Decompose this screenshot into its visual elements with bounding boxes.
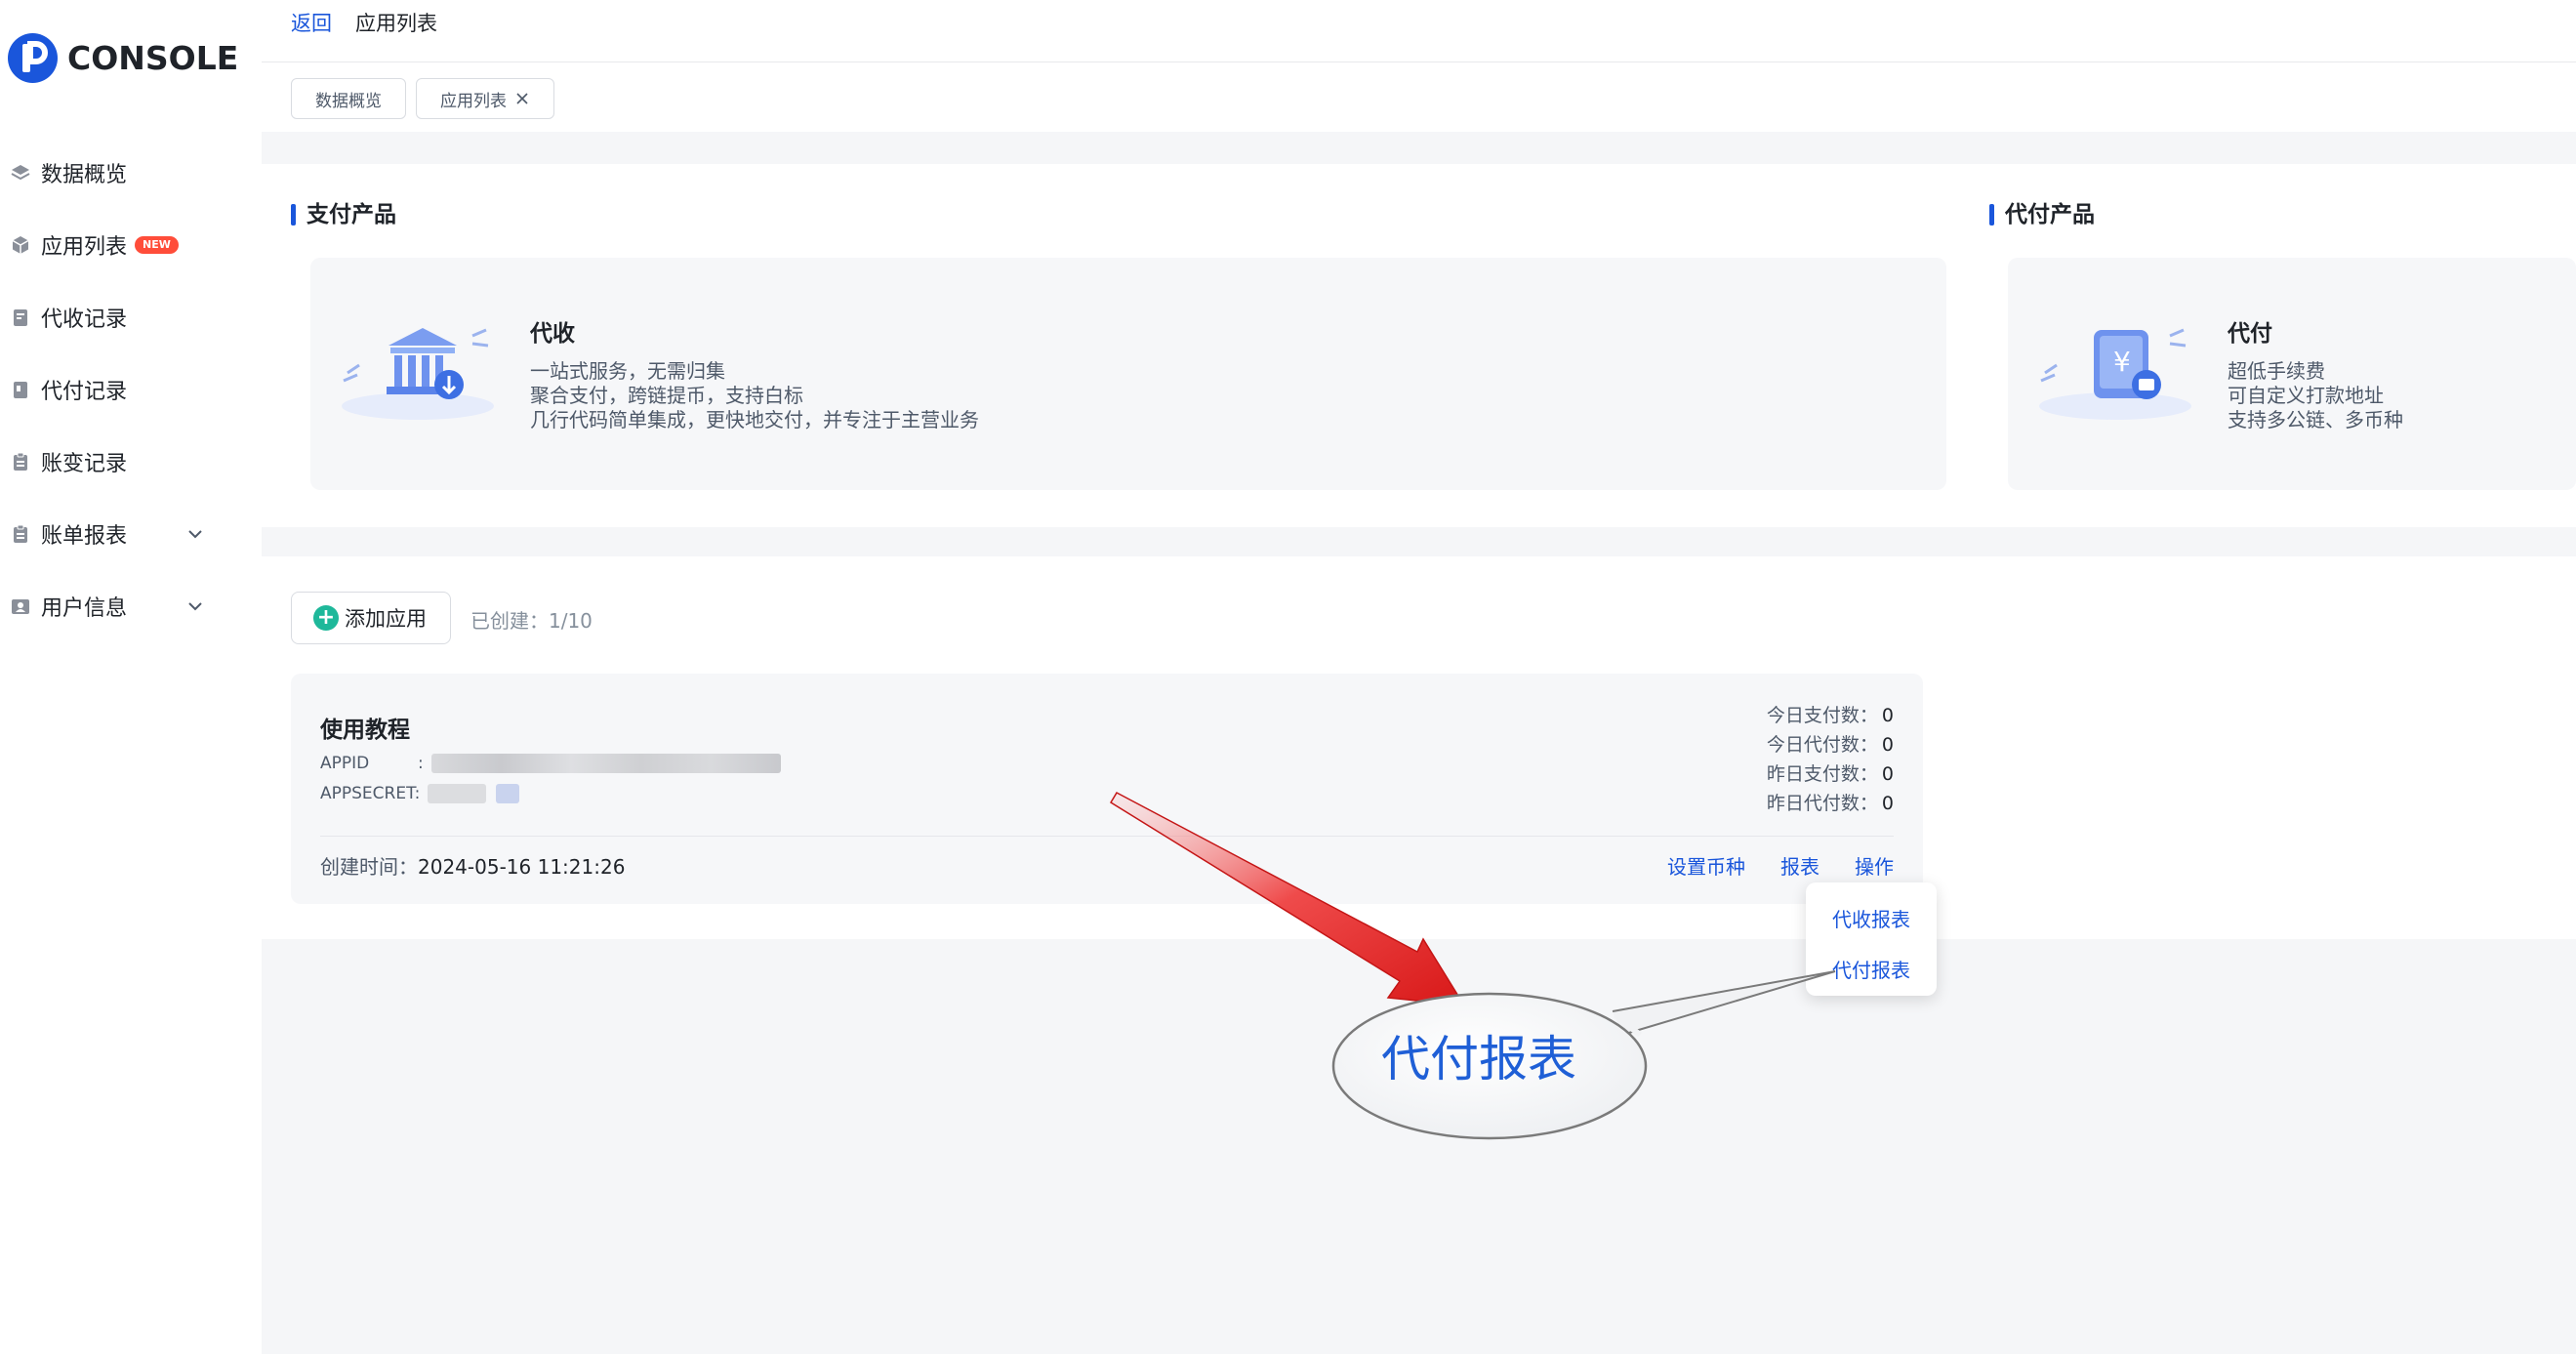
created-count: 已创建：1/10: [470, 609, 593, 633]
logo-mark-icon: [8, 32, 58, 83]
desc-line: 聚合支付，跨链提币，支持白标: [530, 384, 803, 407]
desc-line: 超低手续费: [2228, 359, 2325, 383]
app-title: 使用教程: [320, 718, 410, 743]
collection-report-menu-item[interactable]: 代收报表: [1806, 892, 1937, 943]
sidebar-item-user-info[interactable]: 用户信息: [0, 570, 262, 642]
desc-line: 一站式服务，无需归集: [530, 359, 725, 383]
sidebar-item-label: 代付记录: [41, 380, 128, 404]
sidebar-item-collection-records[interactable]: 代收记录: [0, 281, 262, 353]
close-icon[interactable]: [514, 91, 530, 106]
layers-icon: [10, 162, 31, 184]
created-time: 创建时间：2024-05-16 11:21:26: [320, 851, 625, 880]
breadcrumb-current: 应用列表: [355, 12, 437, 35]
app-card-divider: [320, 836, 1894, 837]
created-time-value: 2024-05-16 11:21:26: [418, 855, 626, 879]
sidebar: CONSOLE 数据概览 应用列表 NEW 代收记录 代付记录 账变记录 账单报…: [0, 0, 262, 1354]
desc-line: 支持多公链、多币种: [2228, 408, 2403, 431]
sidebar-nav: 数据概览 应用列表 NEW 代收记录 代付记录 账变记录 账单报表 用户信息: [0, 137, 262, 642]
logo[interactable]: CONSOLE: [8, 31, 238, 84]
chevron-down-icon[interactable]: [184, 595, 207, 618]
payout-report-menu-item[interactable]: 代付报表: [1806, 943, 1937, 994]
reports-link[interactable]: 报表: [1780, 851, 1820, 880]
tab-label: 数据概览: [315, 91, 382, 111]
pay-products-title: 支付产品: [291, 201, 396, 228]
add-app-button[interactable]: + 添加应用: [291, 592, 451, 644]
tab-app-list[interactable]: 应用列表: [416, 78, 554, 119]
app-card: 使用教程 APPID : APPSECRET: 今日支付数： 0 今日代付数： 0 …: [291, 674, 1923, 904]
sidebar-item-label: 数据概览: [41, 163, 128, 187]
cube-icon: [10, 234, 31, 256]
sidebar-item-label: 代收记录: [41, 308, 128, 332]
receipt-icon: [10, 307, 31, 328]
clipboard-icon: [10, 523, 31, 545]
stat-yesterday-pay: 昨日支付数： 0: [1766, 763, 1894, 785]
bank-illustration-icon: [342, 328, 494, 420]
stat-today-payout: 今日代付数： 0: [1766, 734, 1894, 756]
appid-row: APPID :: [320, 754, 781, 773]
sidebar-item-bill-reports[interactable]: 账单报表: [0, 498, 262, 570]
payout-products-title: 代付产品: [1989, 201, 2095, 228]
stat-yesterday-payout: 昨日代付数： 0: [1766, 793, 1894, 814]
sidebar-item-label: 用户信息: [41, 596, 128, 621]
top-header: 返回 应用列表 数据概览 应用列表: [262, 0, 2576, 132]
new-badge: NEW: [135, 236, 179, 254]
breadcrumb: 返回 应用列表: [291, 8, 437, 37]
sidebar-item-overview[interactable]: 数据概览: [0, 137, 262, 209]
svg-text:¥: ¥: [2113, 346, 2131, 378]
appsecret-value-redacted[interactable]: [428, 784, 487, 803]
collect-product-desc: 一站式服务，无需归集 聚合支付，跨链提币，支持白标 几行代码简单集成，更快地交付…: [530, 359, 979, 432]
appsecret-copy-redacted[interactable]: [496, 784, 520, 803]
appsecret-row: APPSECRET:: [320, 784, 520, 803]
app-actions: 设置币种 报表 操作: [1667, 851, 1894, 880]
appid-separator: :: [418, 754, 424, 773]
back-link[interactable]: 返回: [291, 8, 332, 37]
logo-text: CONSOLE: [67, 38, 239, 77]
wallet-illustration-icon: ¥: [2039, 328, 2191, 420]
sidebar-item-balance-records[interactable]: 账变记录: [0, 426, 262, 498]
set-currency-link[interactable]: 设置币种: [1667, 851, 1745, 880]
desc-line: 可自定义打款地址: [2228, 384, 2384, 407]
sidebar-item-payout-records[interactable]: 代付记录: [0, 353, 262, 426]
products-section: 支付产品 代付产品 代收 一站式服务，无需归集 聚合支付，跨链提币，支持白标 几…: [262, 164, 2576, 527]
sidebar-item-label: 账单报表: [41, 524, 128, 549]
apps-section: + 添加应用 已创建：1/10 使用教程 APPID : APPSECRET: …: [262, 556, 2576, 939]
appid-value-redacted[interactable]: [431, 754, 781, 773]
appid-label: APPID: [320, 754, 370, 773]
appsecret-label: APPSECRET:: [320, 784, 421, 803]
operations-link[interactable]: 操作: [1855, 851, 1894, 880]
document-icon: [10, 379, 31, 400]
created-time-label: 创建时间：: [320, 855, 418, 879]
plus-circle-icon: +: [313, 605, 339, 631]
tab-overview[interactable]: 数据概览: [291, 78, 406, 119]
collect-product-name: 代收: [530, 321, 575, 347]
payout-product-name: 代付: [2228, 321, 2272, 347]
clipboard-icon: [10, 451, 31, 472]
sidebar-item-app-list[interactable]: 应用列表 NEW: [0, 209, 262, 281]
sidebar-item-label: 应用列表: [41, 235, 128, 260]
callout-text: 代付报表: [1381, 1031, 1576, 1087]
collect-product-card[interactable]: 代收 一站式服务，无需归集 聚合支付，跨链提币，支持白标 几行代码简单集成，更快…: [310, 258, 1946, 490]
stat-today-pay: 今日支付数： 0: [1766, 705, 1894, 726]
sidebar-item-label: 账变记录: [41, 452, 128, 476]
desc-line: 几行代码简单集成，更快地交付，并专注于主营业务: [530, 408, 979, 431]
id-card-icon: [10, 595, 31, 617]
reports-dropdown: 代收报表 代付报表: [1806, 882, 1937, 996]
payout-product-desc: 超低手续费 可自定义打款地址 支持多公链、多币种: [2228, 359, 2403, 432]
add-app-label: 添加应用: [345, 607, 427, 631]
chevron-down-icon[interactable]: [184, 522, 207, 546]
tab-label: 应用列表: [440, 91, 507, 111]
app-stats: 今日支付数： 0 今日代付数： 0 昨日支付数： 0 昨日代付数： 0: [1767, 701, 1894, 818]
payout-product-card[interactable]: ¥ 代付 超低手续费 可自定义打款地址 支持多公链、多币种: [2008, 258, 2576, 490]
page-tabs: 数据概览 应用列表: [291, 78, 554, 119]
